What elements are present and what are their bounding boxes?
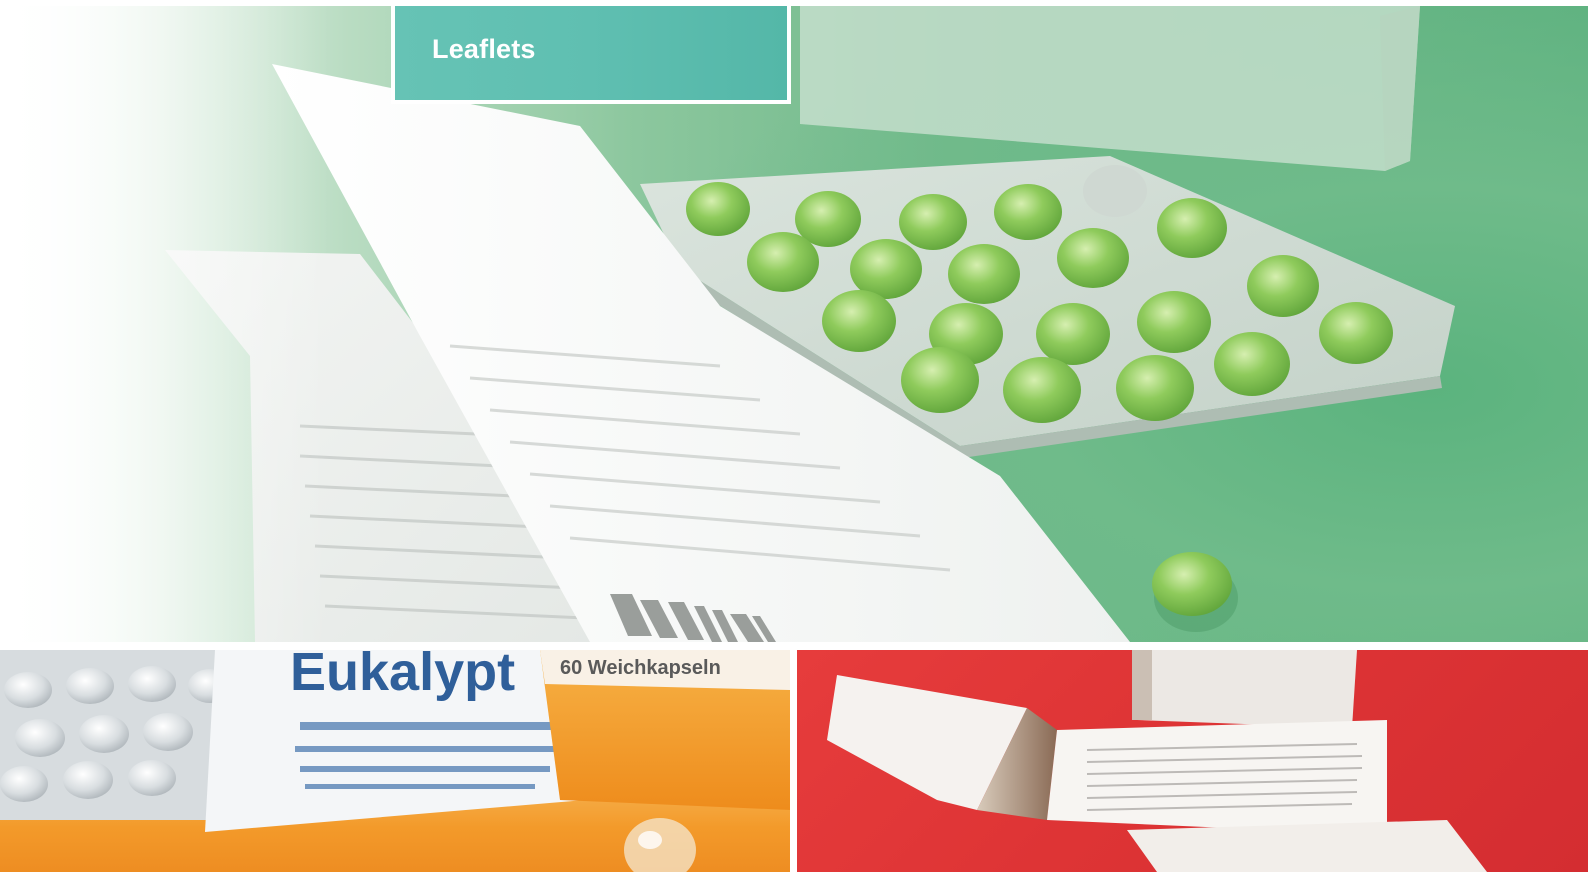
- title-card[interactable]: Leaflets: [391, 6, 791, 104]
- hero-image[interactable]: Leaflets: [0, 6, 1588, 642]
- tile-eukalyptus[interactable]: Eukalypt 60 Weichkapseln: [0, 650, 790, 872]
- tile-folded-leaflet[interactable]: [797, 650, 1588, 872]
- leaflets-pills-photo: [0, 6, 1455, 642]
- box-label-text: 60 Weichkapseln: [560, 657, 721, 679]
- product-name-text: Eukalypt: [290, 650, 515, 702]
- eukalyptus-package-photo: Eukalypt 60 Weichkapseln: [0, 650, 790, 872]
- page: Leaflets Eukalypt 60 Weichkapseln: [0, 0, 1588, 872]
- page-title: Leaflets: [432, 34, 536, 64]
- folded-leaflet-photo: [827, 650, 1487, 872]
- title-card-background: Leaflets: [395, 6, 787, 100]
